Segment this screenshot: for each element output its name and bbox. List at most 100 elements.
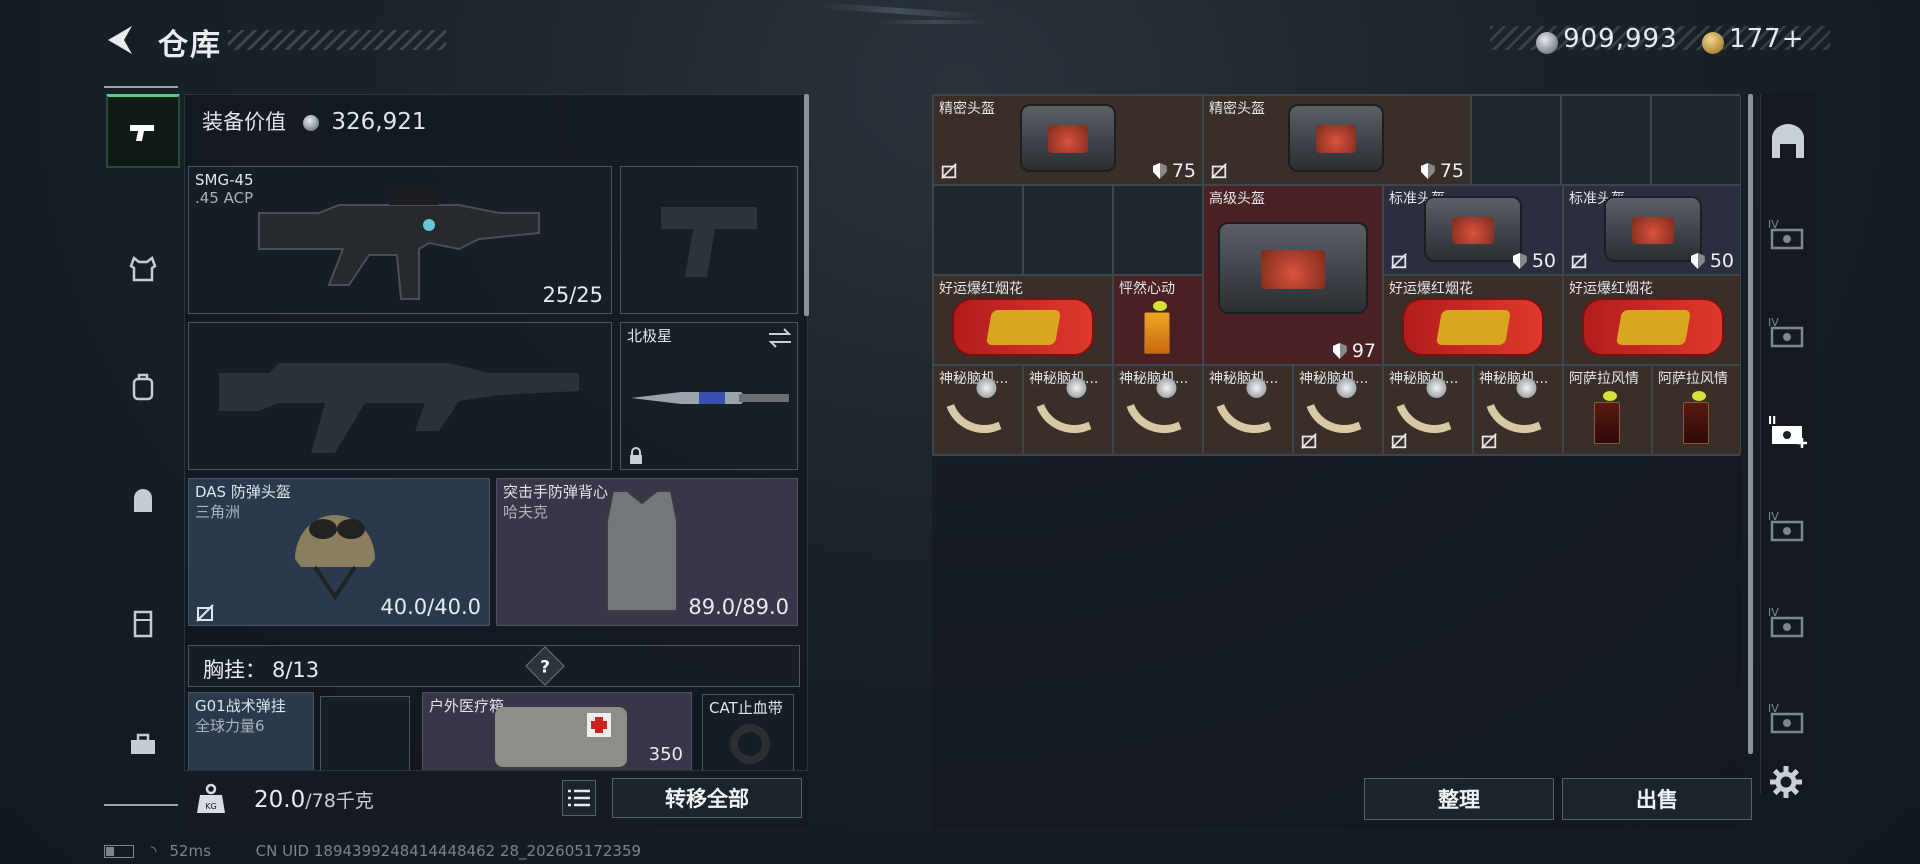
weapon-ammo: 25/25 xyxy=(542,283,603,307)
armor-name: 突击手防弹背心 xyxy=(503,483,609,501)
rail-item-backpack[interactable] xyxy=(106,350,180,424)
gold-coin-icon xyxy=(1702,31,1724,54)
battery-icon xyxy=(104,845,134,858)
rig-item-slot[interactable]: G01战术弹挂 全球力量6 xyxy=(188,692,314,772)
item-name: 好运爆红烟花 xyxy=(939,281,1023,297)
brain-chip-icon xyxy=(946,391,1002,445)
sell-button[interactable]: 出售 xyxy=(1562,778,1752,820)
rail-item-armor[interactable] xyxy=(106,232,180,306)
secondary-weapon-slot[interactable] xyxy=(620,166,798,314)
rig-item-slot[interactable]: 户外医疗箱 350 xyxy=(422,692,692,772)
helmet-slot[interactable]: DAS 防弹头盔 三角洲 40.0/40.0 xyxy=(188,478,490,626)
bag-icon xyxy=(134,489,152,512)
stash-item-brain-chip[interactable]: 神秘脑机... xyxy=(1473,365,1563,455)
helmet-bag-icon xyxy=(1288,104,1384,172)
stash-item-firework[interactable]: 好运爆红烟花 xyxy=(1383,275,1563,365)
item-durability: 75 xyxy=(1421,160,1464,182)
stash-tab-2[interactable]: II xyxy=(1766,412,1810,452)
stash-item-brain-chip[interactable]: 神秘脑机... xyxy=(933,365,1023,455)
no-trade-icon xyxy=(941,163,957,179)
rail-item-bag[interactable] xyxy=(106,464,180,538)
rifle-silhouette-icon xyxy=(219,363,579,453)
stash-tab-4[interactable]: IV xyxy=(1766,508,1810,548)
empty-rig-slot[interactable] xyxy=(320,696,410,772)
empty-slot[interactable] xyxy=(1561,95,1651,185)
stash-item-brain-chip[interactable]: 神秘脑机... xyxy=(1383,365,1473,455)
swap-icon[interactable] xyxy=(767,327,793,349)
stash-item-drink[interactable]: 阿萨拉风情 xyxy=(1652,365,1741,455)
stash-item-firework[interactable]: 好运爆红烟花 xyxy=(933,275,1113,365)
stash-tab-4[interactable]: IV xyxy=(1766,314,1810,354)
rifle-slot[interactable] xyxy=(188,322,612,470)
stash-tab-main[interactable] xyxy=(1766,122,1810,162)
no-trade-icon xyxy=(1211,163,1227,179)
item-name: 神秘脑机... xyxy=(1119,371,1189,387)
item-name: 好运爆红烟花 xyxy=(1389,281,1473,297)
weight-max: /78千克 xyxy=(305,790,374,812)
equipment-value-amount: 326,921 xyxy=(331,109,427,135)
lock-icon xyxy=(630,447,642,464)
stash-item-helmet[interactable]: 标准头盔 50 xyxy=(1563,185,1741,275)
armor-brand: 哈夫克 xyxy=(503,503,549,521)
back-icon[interactable] xyxy=(102,22,138,58)
stash-item-drink[interactable]: 怦然心动 xyxy=(1113,275,1203,365)
equipment-scrollbar[interactable] xyxy=(804,94,809,316)
transfer-all-button[interactable]: 转移全部 xyxy=(612,778,802,818)
stash-item-helmet[interactable]: 精密头盔 75 xyxy=(1203,95,1471,185)
gold-plus[interactable]: + xyxy=(1782,24,1805,54)
item-name: 神秘脑机... xyxy=(1299,371,1369,387)
empty-slot[interactable] xyxy=(1471,95,1561,185)
armor-slot[interactable]: 突击手防弹背心 哈夫克 89.0/89.0 xyxy=(496,478,798,626)
rig-item-value: 350 xyxy=(648,744,683,765)
empty-slot[interactable] xyxy=(1023,185,1113,275)
primary-weapon-slot[interactable]: SMG-45 .45 ACP 25/25 xyxy=(188,166,612,314)
stash-item-helmet[interactable]: 标准头盔 50 xyxy=(1383,185,1563,275)
stash-item-drink[interactable]: 阿萨拉风情 xyxy=(1563,365,1652,455)
help-button[interactable]: ? xyxy=(525,646,565,686)
stash-item-brain-chip[interactable]: 神秘脑机... xyxy=(1023,365,1113,455)
melee-slot[interactable]: 北极星 xyxy=(620,322,798,470)
stash-scrollbar[interactable] xyxy=(1748,94,1753,754)
warehouse-icon xyxy=(1772,124,1804,158)
gold-amount: 177 xyxy=(1729,24,1782,54)
smg-icon xyxy=(258,187,540,300)
item-durability: 50 xyxy=(1513,250,1556,272)
silver-currency: 909,993 xyxy=(1536,24,1678,54)
empty-slot[interactable] xyxy=(1113,185,1203,275)
stash-tab-4[interactable]: IV xyxy=(1766,604,1810,644)
stash-item-brain-chip[interactable]: 神秘脑机... xyxy=(1203,365,1293,455)
item-name: 神秘脑机... xyxy=(1209,371,1279,387)
weapon-caliber: .45 ACP xyxy=(195,189,254,207)
empty-slot[interactable] xyxy=(1651,95,1741,185)
rail-item-container[interactable] xyxy=(106,586,180,660)
item-name: 精密头盔 xyxy=(939,101,995,117)
pistol-silhouette-icon xyxy=(661,207,757,277)
list-view-button[interactable] xyxy=(562,780,596,816)
stash-grid: 精密头盔 75 精密头盔 75 高级头盔 97 标准头盔 50 标准头盔 50 … xyxy=(932,94,1741,456)
empty-slot[interactable] xyxy=(933,185,1023,275)
item-name: 神秘脑机... xyxy=(1029,371,1099,387)
storage-tab-icon: IV xyxy=(1768,510,1804,542)
firework-icon xyxy=(1582,298,1724,356)
gold-currency[interactable]: 177+ xyxy=(1702,24,1805,54)
rail-item-weapons[interactable] xyxy=(106,94,180,168)
silver-coin-icon xyxy=(302,115,319,131)
sort-button[interactable]: 整理 xyxy=(1364,778,1554,820)
stash-tab-4[interactable]: IV xyxy=(1766,700,1810,740)
rig-item-slot[interactable]: CAT止血带 xyxy=(702,694,794,772)
item-name: 神秘脑机... xyxy=(939,371,1009,387)
stash-item-brain-chip[interactable]: 神秘脑机... xyxy=(1293,365,1383,455)
stash-item-helmet[interactable]: 高级头盔 97 xyxy=(1203,185,1383,365)
item-name: 神秘脑机... xyxy=(1389,371,1459,387)
drink-icon xyxy=(1594,391,1620,444)
rail-item-toolbox[interactable] xyxy=(106,708,180,782)
stash-item-helmet[interactable]: 精密头盔 75 xyxy=(933,95,1203,185)
stash-tab-4[interactable]: IV xyxy=(1766,216,1810,256)
stash-item-brain-chip[interactable]: 神秘脑机... xyxy=(1113,365,1203,455)
storage-tab-icon: IV xyxy=(1768,606,1804,638)
stash-item-firework[interactable]: 好运爆红烟花 xyxy=(1563,275,1741,365)
category-rail xyxy=(104,86,180,806)
settings-gear-icon[interactable] xyxy=(1768,764,1804,800)
storage-tab-icon: II xyxy=(1768,414,1807,448)
helmet-bag-icon xyxy=(1020,104,1116,172)
